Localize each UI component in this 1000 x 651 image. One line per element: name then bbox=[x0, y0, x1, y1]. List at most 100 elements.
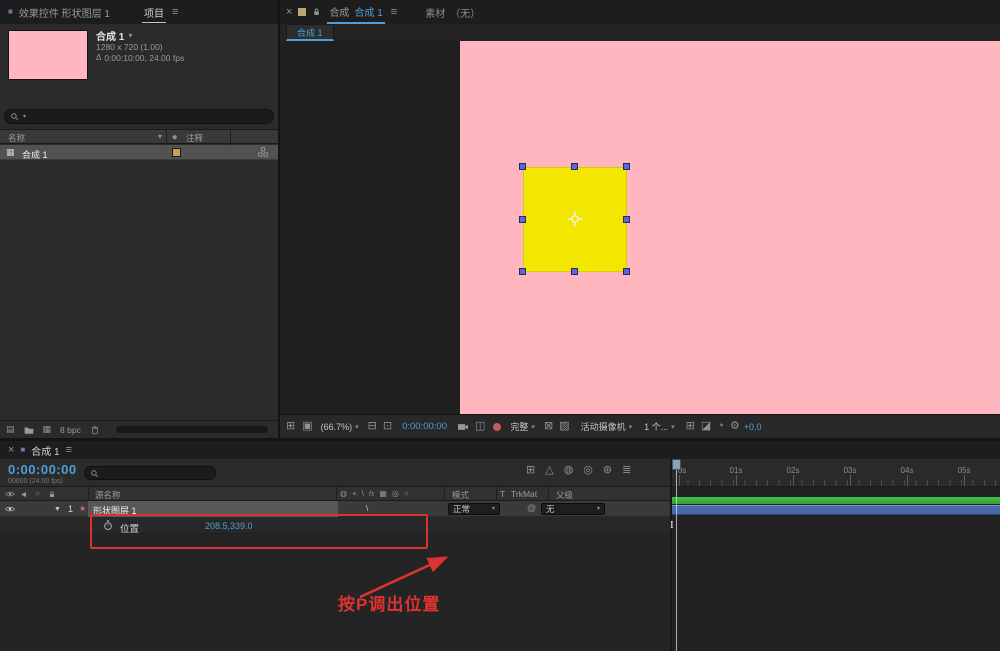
pixel-aspect-icon[interactable]: ◪ bbox=[701, 421, 711, 432]
audio-column-icon[interactable] bbox=[21, 490, 30, 499]
column-t[interactable]: T bbox=[500, 489, 505, 499]
layer-quality-icon[interactable]: \ bbox=[366, 505, 368, 513]
close-icon[interactable]: × bbox=[8, 444, 14, 456]
selection-handle-tl[interactable] bbox=[519, 163, 526, 170]
column-mode[interactable]: 模式 bbox=[452, 489, 469, 501]
chevron-down-icon: ▾ bbox=[596, 506, 600, 512]
tab-effect-controls[interactable]: 效果控件 形状图层 1 bbox=[19, 5, 110, 20]
comp-name[interactable]: 合成 1 bbox=[96, 28, 124, 43]
exposure-value[interactable]: +0.0 bbox=[744, 422, 762, 432]
sort-caret-icon[interactable]: ▾ bbox=[158, 133, 162, 141]
always-preview-icon[interactable]: ⊞ bbox=[286, 421, 295, 432]
graph-editor-icon[interactable]: ≣ bbox=[622, 465, 631, 476]
time-ruler[interactable]: 0s 01s 02s 03s 04s 05s bbox=[672, 459, 1000, 487]
timeline-search[interactable] bbox=[84, 466, 216, 480]
new-composition-icon[interactable]: ▦ bbox=[43, 425, 52, 434]
search-options-caret-icon[interactable]: ▾ bbox=[23, 114, 26, 120]
zoom-value: (66.7%) bbox=[320, 421, 353, 432]
timeline-tab[interactable]: 合成 1 bbox=[31, 443, 59, 458]
interpret-footage-icon[interactable]: ▤ bbox=[6, 425, 15, 434]
selection-handle-br[interactable] bbox=[623, 268, 630, 275]
chevron-down-icon: ▾ bbox=[531, 423, 535, 431]
timeline-menu-icon[interactable]: ≡ bbox=[66, 444, 72, 456]
project-item-name[interactable]: 合成 1 bbox=[22, 148, 48, 161]
effects-switch-icon[interactable]: fx bbox=[369, 491, 374, 498]
comp-info: 合成 1 ▾ bbox=[96, 28, 132, 43]
grid-guides-icon[interactable]: ⊟ bbox=[368, 421, 377, 432]
project-search[interactable]: ▾ bbox=[4, 109, 274, 124]
frame-blend-switch-icon[interactable]: ▦ bbox=[379, 490, 387, 498]
timeline-left-right-divider[interactable] bbox=[670, 459, 672, 651]
column-name[interactable]: 名称 bbox=[8, 132, 25, 144]
horizontal-scrollbar[interactable] bbox=[116, 426, 268, 433]
tab-project[interactable]: 项目 bbox=[141, 2, 166, 23]
project-search-input[interactable] bbox=[30, 110, 268, 123]
fast-previews-icon[interactable]: ◔ bbox=[717, 421, 724, 432]
selection-handle-mr[interactable] bbox=[623, 216, 630, 223]
lock-icon[interactable] bbox=[312, 7, 321, 17]
hide-shy-icon[interactable]: ◍ bbox=[564, 465, 574, 476]
layer-duration-bar[interactable] bbox=[672, 505, 1000, 515]
timeline-timecode[interactable]: 0:00:00:00 bbox=[8, 462, 77, 477]
column-comment[interactable]: 注释 bbox=[186, 132, 203, 144]
timeline-toolbar: 0:00:00:00 00000 (24.00 fps) ⊞ △ ◍ ◎ ⊛ ≣ bbox=[0, 459, 672, 487]
collapse-switch-icon[interactable]: + bbox=[352, 490, 357, 498]
parent-select[interactable]: 无 ▾ bbox=[541, 503, 605, 515]
main-viewer-icon[interactable]: ▣ bbox=[302, 421, 312, 432]
selection-handle-bl[interactable] bbox=[519, 268, 526, 275]
panel-menu-icon[interactable]: ≡ bbox=[172, 6, 178, 18]
playhead-grabber[interactable] bbox=[672, 459, 681, 470]
draft-3d-icon[interactable]: △ bbox=[545, 465, 553, 476]
project-item-row[interactable]: ▦ 合成 1 bbox=[0, 145, 278, 160]
exposure-gear-icon[interactable]: ⚙ bbox=[730, 421, 740, 432]
layer-visibility-eye-icon[interactable] bbox=[5, 505, 15, 513]
column-trkmat[interactable]: TrkMat bbox=[511, 489, 537, 499]
transparency-grid-icon[interactable]: ▨ bbox=[559, 421, 569, 432]
anchor-point-icon[interactable] bbox=[566, 210, 584, 228]
playhead-line[interactable] bbox=[676, 459, 677, 651]
region-of-interest-icon[interactable]: ⊠ bbox=[544, 421, 553, 432]
label-column-icon[interactable]: ◆ bbox=[172, 134, 177, 141]
show-snapshot-icon[interactable]: ◫ bbox=[475, 421, 485, 432]
mask-toggle-icon[interactable]: ⊡ bbox=[383, 421, 392, 432]
layer-expand-icon[interactable]: ▼ bbox=[54, 506, 61, 513]
column-parent[interactable]: 父级 bbox=[556, 489, 573, 501]
label-chip[interactable] bbox=[172, 148, 181, 157]
selection-handle-ml[interactable] bbox=[519, 216, 526, 223]
shy-switch-icon[interactable]: ◍ bbox=[340, 490, 347, 498]
motion-blur-icon[interactable]: ⊛ bbox=[603, 465, 612, 476]
quality-switch-icon[interactable]: \ bbox=[362, 490, 364, 498]
selection-handle-bm[interactable] bbox=[571, 268, 578, 275]
project-bpc[interactable]: 8 bpc bbox=[60, 425, 81, 435]
zoom-select[interactable]: (66.7%) ▾ bbox=[321, 422, 359, 432]
solo-column-icon[interactable]: ○ bbox=[35, 490, 40, 498]
chevron-down-icon[interactable]: ▾ bbox=[128, 31, 132, 40]
flowchart-icon[interactable] bbox=[258, 147, 268, 157]
close-icon[interactable]: × bbox=[286, 6, 292, 18]
resolution-select[interactable]: 完整 ▾ bbox=[510, 420, 535, 433]
channels-icon[interactable] bbox=[493, 422, 502, 431]
view-layout-select[interactable]: 1 个... ▾ bbox=[644, 420, 675, 433]
trash-icon[interactable] bbox=[90, 425, 100, 435]
viewer-timecode[interactable]: 0:00:00:00 bbox=[402, 421, 447, 432]
view-select[interactable]: 活动摄像机 ▾ bbox=[581, 420, 633, 433]
video-column-icon[interactable] bbox=[5, 490, 15, 498]
tab-composition[interactable]: 合成 合成 1 bbox=[327, 0, 385, 24]
viewer-menu-icon[interactable]: ≡ bbox=[391, 6, 397, 18]
selection-handle-tr[interactable] bbox=[623, 163, 630, 170]
snapshot-icon[interactable] bbox=[457, 422, 469, 432]
3d-layer-switch-icon[interactable]: ○ bbox=[404, 490, 409, 498]
timeline-search-input[interactable] bbox=[103, 467, 210, 479]
parent-pickwhip-icon[interactable]: @ bbox=[527, 504, 536, 513]
selection-handle-tm[interactable] bbox=[571, 163, 578, 170]
new-folder-icon[interactable] bbox=[24, 425, 34, 435]
tab-footage[interactable]: 素材 （无） bbox=[425, 5, 480, 20]
lock-column-icon[interactable] bbox=[48, 490, 56, 499]
share-view-icon[interactable]: ⊞ bbox=[686, 421, 695, 432]
comp-subtab[interactable]: 合成 1 bbox=[286, 24, 334, 41]
motion-blur-switch-icon[interactable]: ◎ bbox=[392, 490, 399, 498]
blend-mode-select[interactable]: 正常 ▾ bbox=[448, 503, 500, 515]
column-source-name[interactable]: 源名称 bbox=[95, 489, 121, 501]
frame-blend-icon[interactable]: ◎ bbox=[583, 465, 593, 476]
comp-mini-flowchart-icon[interactable]: ⊞ bbox=[526, 465, 535, 476]
